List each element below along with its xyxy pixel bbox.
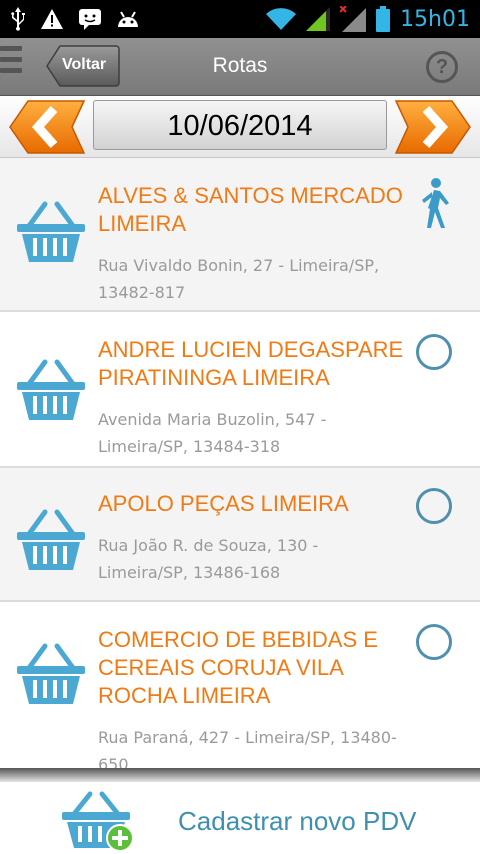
help-icon[interactable]: ? [426,51,458,83]
list-item[interactable]: ALVES & SANTOS MERCADO LIMEIRA Rua Vival… [0,158,480,312]
basket-icon [17,509,85,570]
pending-status-icon[interactable] [416,488,452,524]
next-date-button[interactable] [394,99,472,155]
warning-icon [41,9,63,29]
list-item[interactable]: ANDRE LUCIEN DEGASPARE PIRATININGA LIMEI… [0,312,480,468]
add-pdv-label: Cadastrar novo PDV [178,806,417,836]
basket-icon [17,643,85,704]
footer: Cadastrar novo PDV [0,782,480,854]
store-name: ANDRE LUCIEN DEGASPARE PIRATININGA LIMEI… [98,337,404,390]
no-signal-icon [340,6,367,32]
route-list[interactable]: ALVES & SANTOS MERCADO LIMEIRA Rua Vival… [0,158,480,778]
pending-status-icon[interactable] [416,624,452,660]
list-item[interactable]: APOLO PEÇAS LIMEIRA Rua João R. de Souza… [0,468,480,602]
clock: 15h01 [400,6,470,32]
status-bar: 15h01 [0,0,480,38]
store-address: Rua João R. de Souza, 130 - Limeira/SP, … [98,536,319,582]
app-header: Voltar Rotas ? [0,38,480,96]
basket-icon [17,201,85,262]
store-name: ALVES & SANTOS MERCADO LIMEIRA [98,183,403,236]
store-address: Rua Vivaldo Bonin, 27 - Limeira/SP, 1348… [98,256,380,302]
page-title: Rotas [212,54,268,77]
store-name: APOLO PEÇAS LIMEIRA [98,491,349,516]
basket-icon [17,359,85,420]
battery-icon [376,6,391,32]
store-name: COMERCIO DE BEBIDAS E CEREAIS CORUJA VIL… [98,627,378,708]
date-navigator: 10/06/2014 [0,96,480,158]
messenger-icon [79,9,101,30]
usb-icon [11,7,25,31]
store-address: Avenida Maria Buzolin, 547 - Limeira/SP,… [98,410,327,456]
previous-date-button[interactable] [8,99,86,155]
current-date[interactable]: 10/06/2014 [93,100,387,150]
android-icon [118,11,138,27]
add-basket-icon [62,791,134,852]
pending-status-icon[interactable] [416,334,452,370]
wifi-icon [266,8,297,30]
list-divider-shadow [0,768,480,782]
walking-person-icon[interactable] [414,178,454,230]
add-pdv-button[interactable]: Cadastrar novo PDV [0,782,480,854]
list-item[interactable]: COMERCIO DE BEBIDAS E CEREAIS CORUJA VIL… [0,602,480,778]
signal-icon [306,7,331,31]
